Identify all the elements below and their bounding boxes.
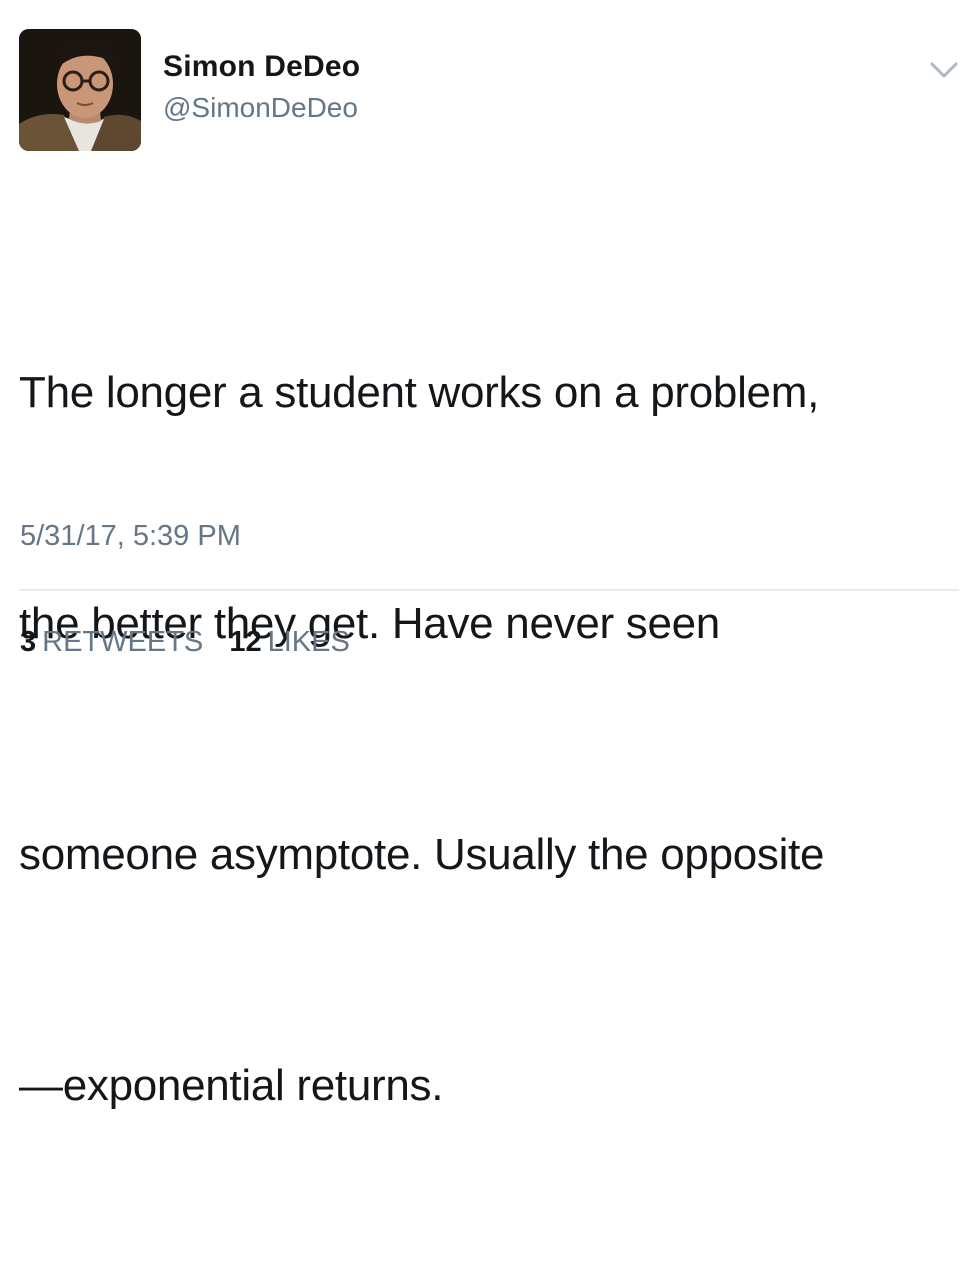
divider [19, 589, 959, 591]
tweet-text-line: —exponential returns. [19, 1061, 444, 1110]
avatar-image [19, 29, 141, 151]
tweet-text-line: The longer a student works on a problem, [19, 368, 820, 417]
likes-stat[interactable]: 12 LIKES [229, 626, 349, 659]
tweet-text-line: someone asymptote. Usually the opposite [19, 830, 825, 879]
chevron-down-icon[interactable] [928, 58, 960, 82]
timestamp[interactable]: 5/31/17, 5:39 PM [20, 520, 241, 553]
avatar[interactable] [19, 29, 141, 151]
tweet-stats: 3 RETWEETS 12 LIKES [20, 626, 368, 659]
author-name[interactable]: Simon DeDeo [163, 50, 360, 84]
likes-label: LIKES [267, 626, 350, 658]
retweets-stat[interactable]: 3 RETWEETS [20, 626, 203, 659]
tweet-text: The longer a student works on a problem,… [19, 200, 959, 1278]
likes-count: 12 [229, 626, 262, 658]
retweets-count: 3 [20, 626, 37, 658]
tweet-card: Simon DeDeo @SimonDeDeo The longer a stu… [0, 0, 978, 1110]
author-handle[interactable]: @SimonDeDeo [163, 92, 358, 124]
retweets-label: RETWEETS [42, 626, 204, 658]
